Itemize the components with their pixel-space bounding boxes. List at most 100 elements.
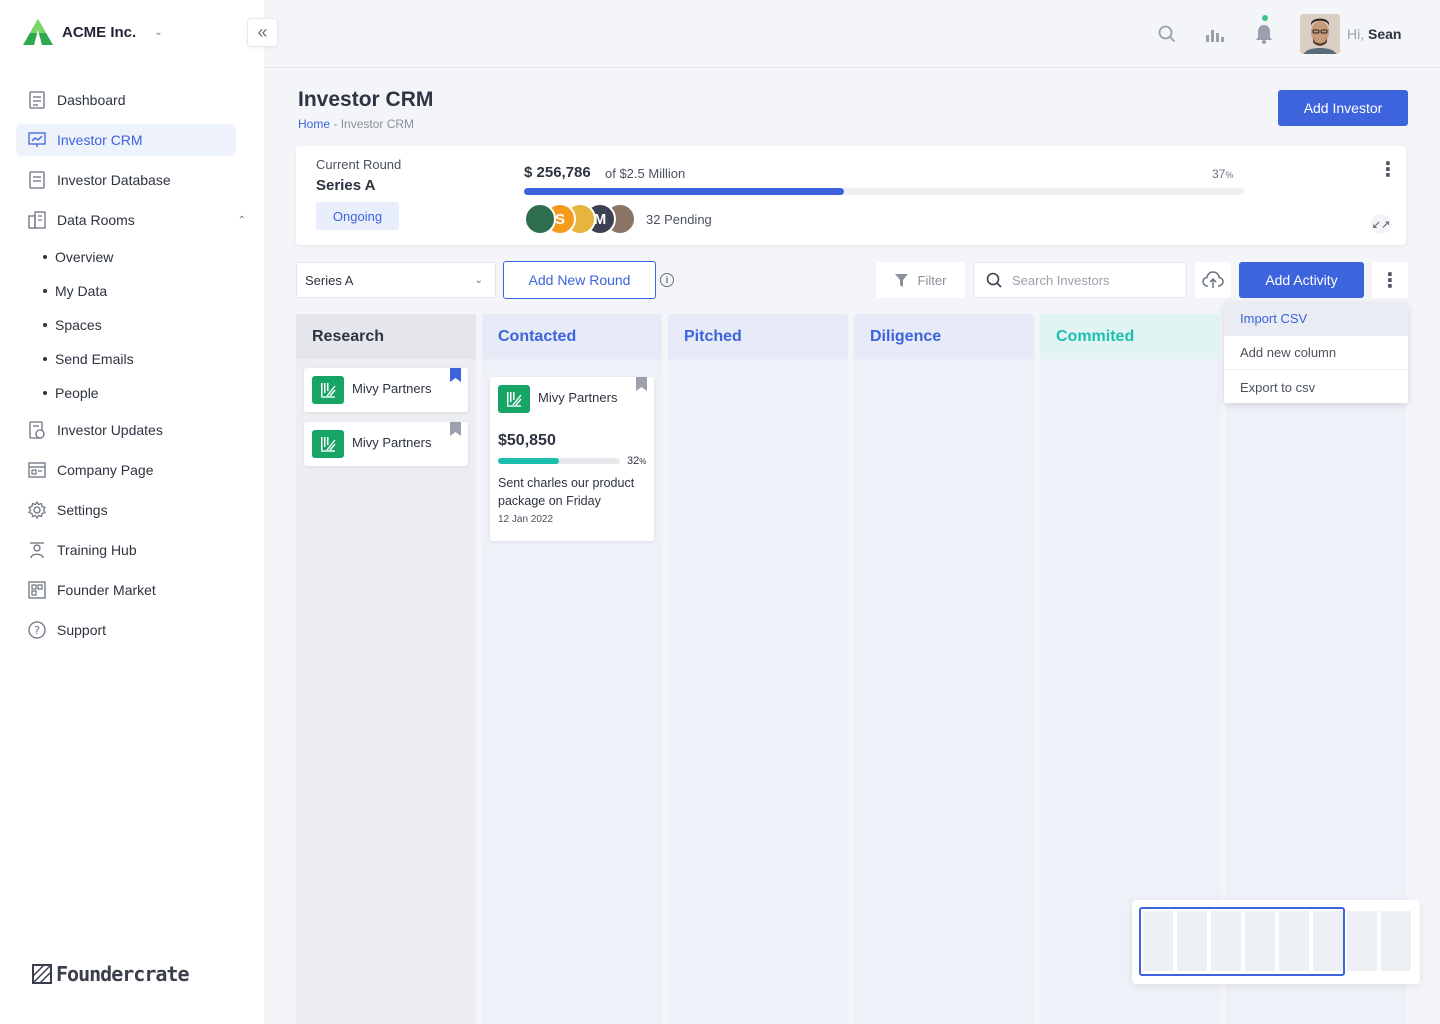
bullet-dot (43, 391, 47, 395)
menu-item-export-csv[interactable]: Export to csv (1224, 370, 1408, 404)
sidebar-item-dashboard[interactable]: Dashboard (16, 84, 236, 116)
analytics-icon[interactable] (1205, 24, 1225, 44)
deal-progress-bar (498, 458, 620, 464)
foundercrate-logo: Foundercrate (32, 962, 189, 986)
investor-card[interactable]: Mivy Partners (304, 368, 468, 412)
sidebar-item-founder-market[interactable]: Founder Market (16, 574, 236, 606)
add-activity-button[interactable]: Add Activity (1239, 262, 1364, 298)
menu-item-add-column[interactable]: Add new column (1224, 336, 1408, 370)
investor-card[interactable]: Mivy Partners (304, 422, 468, 466)
add-new-round-button[interactable]: Add New Round (503, 261, 656, 299)
bookmark-icon[interactable] (450, 422, 461, 436)
sidebar-item-data-rooms[interactable]: Data Rooms ⌃ (16, 204, 246, 236)
column-header[interactable]: Contacted (482, 314, 662, 359)
column-header[interactable]: Research (296, 314, 476, 359)
sidebar-subitem-label: My Data (55, 283, 108, 299)
user-avatar[interactable] (1300, 14, 1340, 54)
sidebar-item-label: Investor Database (57, 172, 171, 188)
current-round-label: Current Round (316, 157, 402, 172)
deal-amount: $50,850 (498, 432, 556, 449)
collapse-card-icon[interactable]: ↙↗ (1371, 214, 1391, 234)
bullet-dot (43, 255, 47, 259)
round-select-value: Series A (305, 272, 354, 288)
investor-avatars[interactable]: SM (524, 203, 636, 235)
database-icon (28, 171, 46, 189)
sidebar-subitem-label: Send Emails (55, 351, 134, 367)
investor-avatar[interactable] (524, 203, 556, 235)
search-input[interactable] (1012, 272, 1172, 288)
info-icon[interactable]: i (660, 273, 674, 287)
board-column-diligence: Diligence (854, 314, 1034, 1024)
brand-switcher[interactable]: ACME Inc. ⌄ (22, 18, 163, 46)
gear-icon (28, 501, 46, 519)
company-icon (28, 461, 46, 479)
column-header[interactable]: Pitched (668, 314, 848, 359)
company-logo-icon (498, 385, 530, 413)
sidebar-subitem-send-emails[interactable]: Send Emails (16, 346, 236, 372)
round-target: of $2.5 Million (605, 166, 686, 181)
menu-item-import-csv[interactable]: Import CSV (1224, 302, 1408, 336)
column-header[interactable]: Commited (1040, 314, 1220, 359)
column-body (854, 359, 1034, 1024)
search-icon[interactable] (1157, 24, 1177, 44)
round-name: Series A (316, 177, 376, 194)
column-header[interactable]: Diligence (854, 314, 1034, 359)
help-icon: ? (28, 621, 46, 639)
add-investor-button[interactable]: Add Investor (1278, 90, 1408, 126)
collapse-sidebar-button[interactable]: « (247, 18, 278, 47)
user-greeting[interactable]: Hi, Sean (1347, 26, 1401, 42)
sidebar-subitem-overview[interactable]: Overview (16, 244, 236, 270)
board-column-research: Research (296, 314, 476, 1024)
status-badge: Ongoing (316, 202, 399, 230)
sidebar-subitem-people[interactable]: People (16, 380, 236, 406)
bookmark-filled-icon[interactable] (450, 368, 461, 382)
breadcrumb-home-link[interactable]: Home (298, 117, 330, 131)
bullet-dot (43, 289, 47, 293)
chevron-up-icon[interactable]: ⌃ (238, 215, 246, 226)
sidebar-item-settings[interactable]: Settings (16, 494, 236, 526)
bullet-dot (43, 323, 47, 327)
sidebar-item-training-hub[interactable]: Training Hub (16, 534, 236, 566)
search-investors (973, 262, 1187, 298)
minimap-viewport[interactable] (1139, 907, 1345, 976)
round-select[interactable]: Series A ⌄ (296, 262, 496, 298)
page-title: Investor CRM (298, 88, 434, 111)
board-minimap[interactable] (1132, 900, 1420, 984)
foundercrate-icon (32, 964, 52, 984)
company-name: Mivy Partners (352, 435, 432, 450)
sidebar-item-company-page[interactable]: Company Page (16, 454, 236, 486)
sidebar-item-investor-database[interactable]: Investor Database (16, 164, 236, 196)
sidebar-subitem-label: Spaces (55, 317, 102, 333)
deal-progress-fill (498, 458, 559, 464)
training-icon (28, 541, 46, 559)
more-options-button[interactable]: ⋮ (1372, 262, 1408, 298)
board-column-pitched: Pitched (668, 314, 848, 1024)
bell-icon[interactable] (1254, 24, 1274, 44)
sidebar-item-label: Training Hub (57, 542, 137, 558)
activity-note: Sent charles our product package on Frid… (498, 476, 635, 508)
sidebar-item-label: Data Rooms (57, 212, 135, 228)
acme-logo-icon (23, 19, 53, 45)
round-percent: 37% (1212, 167, 1234, 181)
svg-text:?: ? (34, 624, 40, 637)
deal-percent: 32% (627, 455, 647, 467)
more-options-menu: Import CSV Add new column Export to csv (1224, 302, 1408, 403)
sidebar: ACME Inc. ⌄ Dashboard Investor CRM Investo… (0, 0, 264, 1024)
presentation-icon (28, 131, 46, 149)
sidebar-item-label: Investor CRM (57, 132, 143, 148)
filter-button[interactable]: Filter (876, 262, 965, 298)
sidebar-item-investor-updates[interactable]: Investor Updates (16, 414, 236, 446)
sidebar-item-support[interactable]: ? Support (16, 614, 236, 646)
sidebar-item-investor-crm[interactable]: Investor CRM (16, 124, 236, 156)
funnel-icon (894, 273, 908, 287)
upload-button[interactable] (1195, 262, 1231, 298)
current-round-card: Current Round Series A Ongoing $ 256,786… (296, 146, 1406, 245)
pending-count: 32 Pending (646, 212, 712, 227)
sidebar-subitem-my-data[interactable]: My Data (16, 278, 236, 304)
investor-card-detailed[interactable]: Mivy Partners $50,850 32% Sent charles o… (490, 377, 654, 541)
bookmark-icon[interactable] (636, 377, 647, 391)
round-more-icon[interactable]: ⋮ (1378, 160, 1398, 180)
sidebar-subitem-spaces[interactable]: Spaces (16, 312, 236, 338)
round-progress-fill (524, 188, 845, 195)
notification-dot (1262, 15, 1268, 21)
